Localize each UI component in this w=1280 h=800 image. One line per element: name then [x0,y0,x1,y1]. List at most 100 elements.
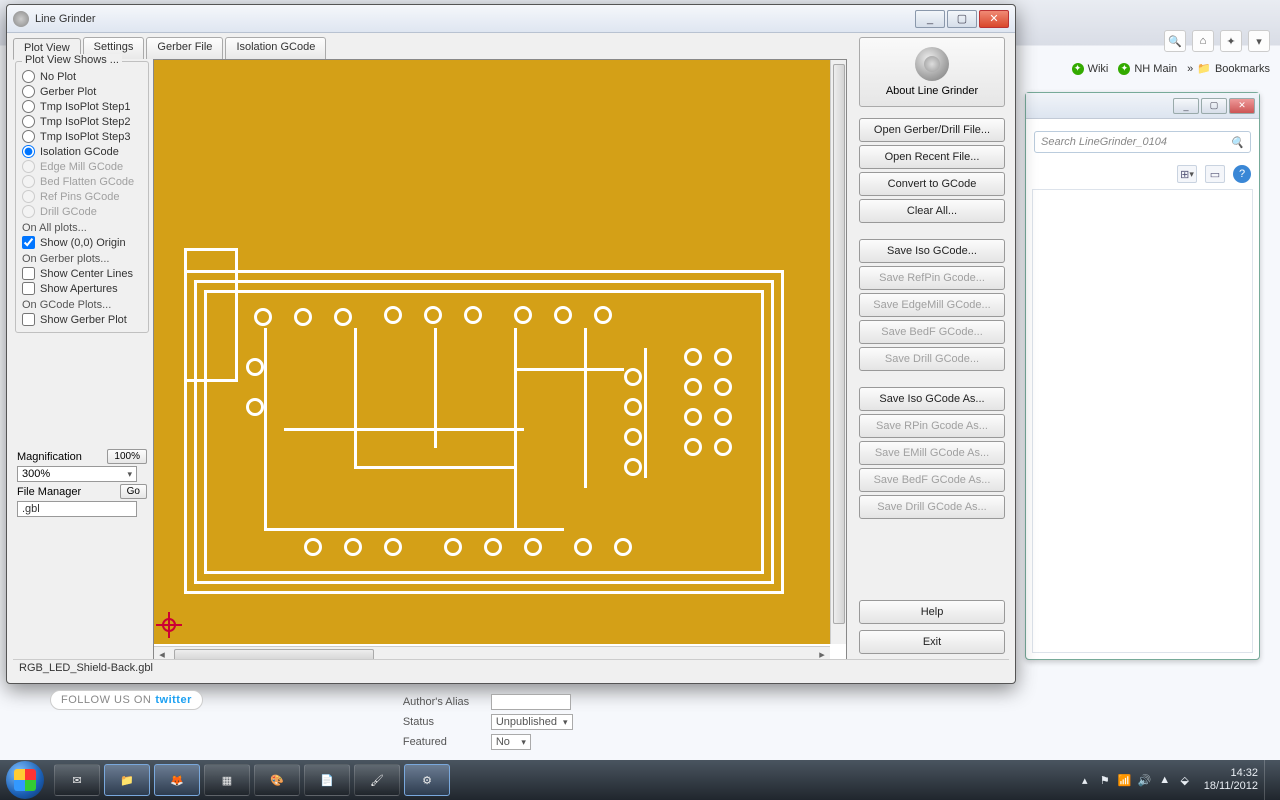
tray-up-icon[interactable]: ▴ [1078,773,1092,787]
page-behind: FOLLOW US ON twitter Author's Alias Stat… [50,690,750,754]
bookmark-nhmain[interactable]: ✦NH Main [1118,63,1177,75]
taskbar-clock[interactable]: 14:32 18/11/2012 [1204,767,1258,793]
tab-isolation-gcode[interactable]: Isolation GCode [225,37,326,59]
radio[interactable] [22,130,35,143]
home-icon[interactable]: ⌂ [1192,30,1214,52]
show-desktop-button[interactable] [1264,760,1274,800]
save-iso-gcode-as--button[interactable]: Save Iso GCode As... [859,387,1005,411]
chevron-down-icon: ▾ [563,717,568,728]
plot-radio-gerber-plot[interactable]: Gerber Plot [22,85,144,98]
magnification-select[interactable]: 300% ▾ [17,466,137,482]
taskbar-app-firefox[interactable]: 🦊 [154,764,200,796]
help-button[interactable]: Help [859,600,1005,624]
maximize-button[interactable]: ▢ [947,10,977,28]
help-icon[interactable]: ? [1233,165,1251,183]
checkbox[interactable] [22,313,35,326]
show-gerber-plot-check[interactable]: Show Gerber Plot [22,313,144,326]
plot-radio-tmp-isoplot-step3[interactable]: Tmp IsoPlot Step3 [22,130,144,143]
radio[interactable] [22,100,35,113]
featured-select[interactable]: No▾ [491,734,531,750]
taskbar-app-thunderbird[interactable]: ✉ [54,764,100,796]
bookmark-folder[interactable]: » 📁Bookmarks [1187,62,1270,75]
checkbox[interactable] [22,236,35,249]
preview-icon[interactable]: ▭ [1205,165,1225,183]
checkbox[interactable] [22,282,35,295]
plot-radio-no-plot[interactable]: No Plot [22,70,144,83]
tray-dropbox-icon[interactable]: ⬙ [1178,773,1192,787]
sparkle-icon[interactable]: ✦ [1220,30,1242,52]
alias-input[interactable] [491,694,571,710]
radio[interactable] [22,70,35,83]
tray-flag-icon[interactable]: ⚑ [1098,773,1112,787]
radio[interactable] [22,85,35,98]
start-button[interactable] [6,761,44,799]
taskbar-app-paint[interactable]: 🖌 [354,764,400,796]
minimize-button[interactable]: _ [1173,98,1199,114]
explorer-search[interactable]: Search LineGrinder_0104 🔍 [1034,131,1251,153]
titlebar[interactable]: Line Grinder _ ▢ ✕ [7,5,1015,33]
save-iso-gcode--button[interactable]: Save Iso GCode... [859,239,1005,263]
tray-network-icon[interactable]: 📶 [1118,773,1132,787]
plot-radio-tmp-isoplot-step1[interactable]: Tmp IsoPlot Step1 [22,100,144,113]
checkbox[interactable] [22,267,35,280]
file-manager-go-button[interactable]: Go [120,484,147,499]
show-apertures-check[interactable]: Show Apertures [22,282,144,295]
radio[interactable] [22,115,35,128]
follow-twitter-button[interactable]: FOLLOW US ON twitter [50,690,203,710]
select-value: Unpublished [496,716,557,728]
check-label: Show Gerber Plot [40,314,127,326]
tab-gerber-file[interactable]: Gerber File [146,37,223,59]
origin-marker [156,612,182,638]
featured-row: Featured No▾ [403,734,573,750]
explorer-titlebar[interactable]: _ ▢ ✕ [1026,93,1259,119]
taskbar-app-explorer[interactable]: 📁 [104,764,150,796]
radio[interactable] [22,145,35,158]
menu-icon[interactable]: ▾ [1248,30,1270,52]
close-button[interactable]: ✕ [1229,98,1255,114]
show-origin-check[interactable]: Show (0,0) Origin [22,236,144,249]
about-label: About Line Grinder [886,85,978,97]
plot-view-shows-group: Plot View Shows ... No PlotGerber PlotTm… [15,61,149,333]
scroll-thumb[interactable] [833,64,845,624]
taskbar-app-excel[interactable]: ▦ [204,764,250,796]
status-select[interactable]: Unpublished ▾ [491,714,573,730]
authors-alias-row: Author's Alias [403,694,573,710]
vertical-scrollbar[interactable] [830,60,846,644]
save-bedf-gcode--button: Save BedF GCode... [859,320,1005,344]
exit-button[interactable]: Exit [859,630,1005,654]
open-recent-file--button[interactable]: Open Recent File... [859,145,1005,169]
show-center-lines-check[interactable]: Show Center Lines [22,267,144,280]
magnification-reset-button[interactable]: 100% [107,449,147,464]
file-manager-input[interactable]: .gbl [17,501,137,517]
about-box[interactable]: About Line Grinder [859,37,1005,107]
form-label: Featured [403,736,483,748]
magnification-label: Magnification [17,451,82,463]
taskbar-app-linegrinder[interactable]: ⚙ [404,764,450,796]
taskbar-app-notepad[interactable]: 📄 [304,764,350,796]
file-manager-row: File Manager Go [17,484,147,499]
all-plots-label: On All plots... [22,222,144,234]
save-drill-gcode--button: Save Drill GCode... [859,347,1005,371]
explorer-toolbar: ⊞ ▾ ▭ ? [1034,165,1251,183]
plot-canvas[interactable] [154,60,830,644]
clock-date: 18/11/2012 [1204,780,1258,793]
search-icon[interactable]: 🔍 [1164,30,1186,52]
plot-radio-isolation-gcode[interactable]: Isolation GCode [22,145,144,158]
tray-drive-icon[interactable]: ▲ [1158,773,1172,787]
clear-all--button[interactable]: Clear All... [859,199,1005,223]
maximize-button[interactable]: ▢ [1201,98,1227,114]
globe-icon: ✦ [1072,63,1084,75]
explorer-body[interactable] [1032,189,1253,653]
convert-to-gcode-button[interactable]: Convert to GCode [859,172,1005,196]
tray-volume-icon[interactable]: 🔊 [1138,773,1152,787]
minimize-button[interactable]: _ [915,10,945,28]
app-icon [13,11,29,27]
window-title: Line Grinder [35,13,915,25]
system-tray[interactable]: ▴ ⚑ 📶 🔊 ▲ ⬙ 14:32 18/11/2012 [1078,767,1264,793]
taskbar-app-gimp[interactable]: 🎨 [254,764,300,796]
plot-radio-tmp-isoplot-step2[interactable]: Tmp IsoPlot Step2 [22,115,144,128]
bookmark-wiki[interactable]: ✦Wiki [1072,63,1109,75]
view-icon[interactable]: ⊞ ▾ [1177,165,1197,183]
close-button[interactable]: ✕ [979,10,1009,28]
open-gerber-drill-file--button[interactable]: Open Gerber/Drill File... [859,118,1005,142]
